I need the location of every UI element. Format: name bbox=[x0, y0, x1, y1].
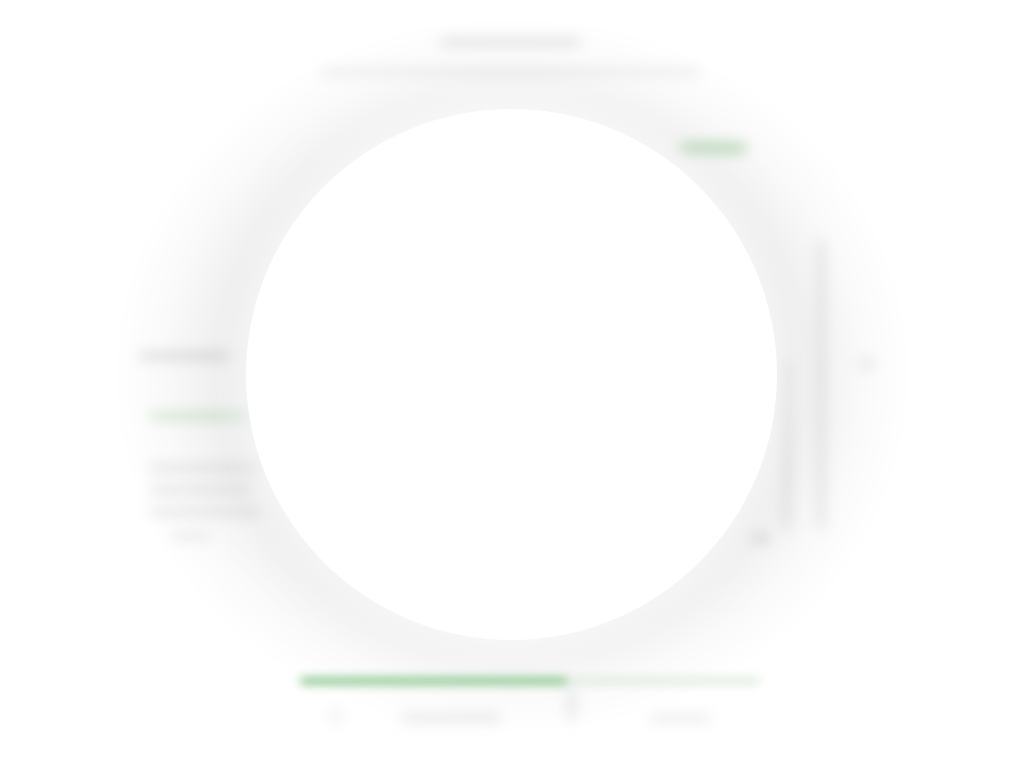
blurred-right-rule bbox=[820, 240, 823, 530]
blurred-right-mark-2 bbox=[750, 536, 770, 540]
blurred-left-link bbox=[150, 414, 250, 418]
blurred-right-mark bbox=[860, 362, 874, 366]
loading-progress-track bbox=[300, 678, 760, 684]
loading-progress-fill bbox=[300, 678, 567, 684]
blurred-footer-divider bbox=[570, 690, 573, 720]
blurred-footer-item-1 bbox=[330, 714, 342, 718]
blurred-left-line-2 bbox=[150, 488, 250, 492]
loading-overlay-disc bbox=[246, 109, 777, 640]
blurred-left-line-3 bbox=[150, 510, 260, 514]
blurred-left-line-1 bbox=[150, 466, 260, 470]
blurred-left-label bbox=[140, 354, 230, 358]
app-viewport bbox=[0, 0, 1024, 768]
blurred-subtitle-bar bbox=[320, 70, 700, 74]
blurred-right-badge bbox=[680, 144, 746, 152]
blurred-left-line-4 bbox=[170, 534, 210, 538]
blurred-footer-item-3 bbox=[650, 716, 710, 720]
blurred-title-bar bbox=[440, 40, 580, 44]
blurred-right-rule-2 bbox=[785, 360, 788, 530]
blurred-footer-item-2 bbox=[400, 716, 500, 720]
